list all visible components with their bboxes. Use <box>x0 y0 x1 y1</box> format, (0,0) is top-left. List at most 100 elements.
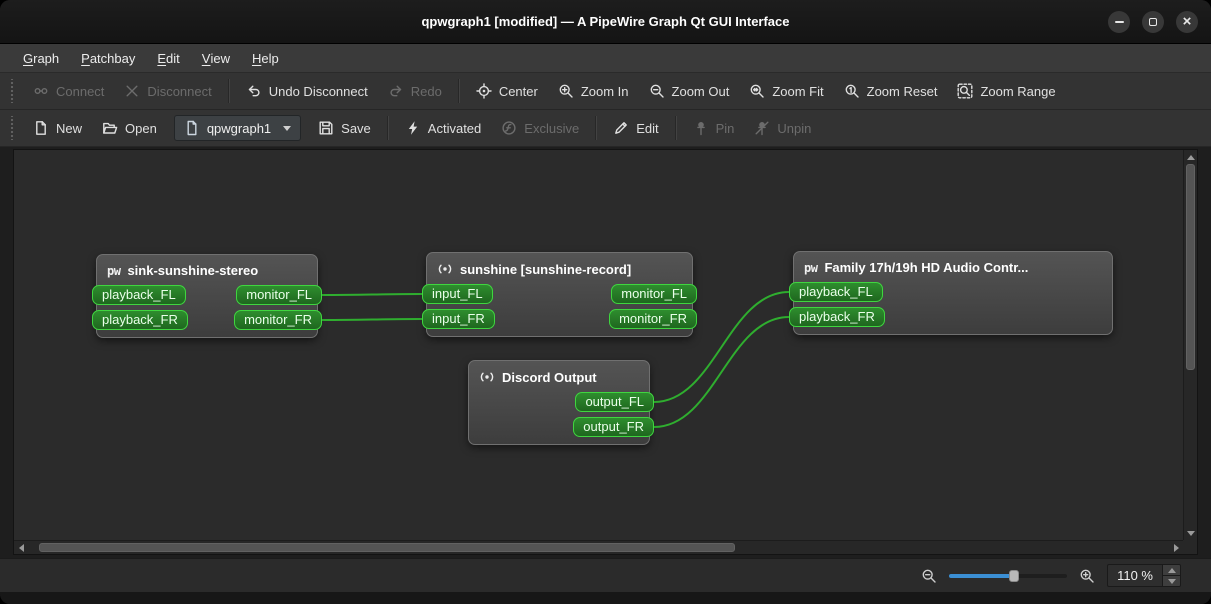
zoom-out-button[interactable]: Zoom Out <box>640 78 739 104</box>
vertical-scroll-track[interactable] <box>1184 164 1197 526</box>
menu-view[interactable]: View <box>191 44 241 72</box>
close-icon: × <box>1182 12 1192 30</box>
new-button[interactable]: New <box>24 115 91 141</box>
menu-graph[interactable]: Graph <box>12 44 70 72</box>
horizontal-scroll-track[interactable] <box>28 541 1169 554</box>
new-icon <box>33 120 49 136</box>
connection-wire[interactable] <box>321 293 423 296</box>
node-family[interactable]: pw Family 17h/19h HD Audio Contr... playba… <box>789 251 1113 335</box>
pin-icon <box>693 120 709 136</box>
node-header: pw Family 17h/19h HD Audio Contr... <box>794 257 1112 282</box>
graph-canvas[interactable]: pw sink-sunshine-stereo playback_FL playbac… <box>14 150 1183 540</box>
port-monitor_FR[interactable]: monitor_FR <box>609 309 697 329</box>
toolbar-separator <box>595 116 598 140</box>
unpin-icon <box>754 120 770 136</box>
center-button[interactable]: Center <box>467 78 547 104</box>
open-button[interactable]: Open <box>93 115 166 141</box>
zoom-reset-button[interactable]: Zoom Reset <box>835 78 947 104</box>
connect-button: Connect <box>24 78 113 104</box>
statusbar: 110 % <box>0 558 1211 592</box>
port-monitor_FR[interactable]: monitor_FR <box>234 310 322 330</box>
scroll-down-button[interactable] <box>1184 526 1197 540</box>
main-area: pw sink-sunshine-stereo playback_FL playbac… <box>0 147 1211 558</box>
open-label: Open <box>125 120 157 136</box>
window-title: qpwgraph1 [modified] — A PipeWire Graph … <box>421 14 790 29</box>
redo-icon <box>388 83 404 99</box>
zoom-out-icon[interactable] <box>921 568 937 584</box>
zoom-fit-icon <box>749 83 765 99</box>
zoom-reset-label: Zoom Reset <box>866 83 938 99</box>
vertical-scrollbar[interactable] <box>1183 150 1197 540</box>
port-input_FR[interactable]: input_FR <box>422 309 495 329</box>
window-controls: × <box>1108 0 1198 43</box>
zoom-in-button[interactable]: Zoom In <box>549 78 638 104</box>
toolbar-grip[interactable] <box>9 116 15 140</box>
zoom-in-label: Zoom In <box>580 83 629 99</box>
zoom-spinbox[interactable]: 110 % <box>1107 564 1181 587</box>
port-playback_FR[interactable]: playback_FR <box>789 307 885 327</box>
node-ports: playback_FL playback_FR <box>789 282 1112 327</box>
zoom-fit-button[interactable]: Zoom Fit <box>740 78 832 104</box>
zoom-slider-fill <box>949 573 1014 578</box>
minimize-button[interactable] <box>1108 10 1130 33</box>
patchbay-profile-combo[interactable]: qpwgraph1 <box>173 115 302 141</box>
toolbar-separator <box>386 116 389 140</box>
zoom-value: 110 % <box>1117 568 1153 583</box>
zoom-slider[interactable] <box>949 568 1068 584</box>
save-icon <box>318 120 334 136</box>
edit-label: Edit <box>636 120 659 136</box>
horizontal-scrollbar[interactable] <box>14 540 1183 554</box>
menu-edit[interactable]: Edit <box>146 44 190 72</box>
app-window: qpwgraph1 [modified] — A PipeWire Graph … <box>0 0 1211 604</box>
toolbar-separator <box>457 79 460 103</box>
zoom-in-icon[interactable] <box>1079 568 1095 584</box>
toolbar-separator <box>227 79 230 103</box>
activated-button[interactable]: Activated <box>396 115 490 141</box>
port-playback_FR[interactable]: playback_FR <box>92 310 188 330</box>
edit-icon <box>613 120 629 136</box>
vertical-scroll-thumb[interactable] <box>1186 164 1195 371</box>
pin-button: Pin <box>684 115 744 141</box>
menubar: Graph Patchbay Edit View Help <box>0 44 1211 73</box>
maximize-button[interactable] <box>1142 10 1164 33</box>
port-playback_FL[interactable]: playback_FL <box>789 282 883 302</box>
port-playback_FL[interactable]: playback_FL <box>92 285 186 305</box>
zoom-in-icon <box>558 83 574 99</box>
undo-disconnect-button[interactable]: Undo Disconnect <box>237 78 377 104</box>
undo-disconnect-label: Undo Disconnect <box>268 83 368 99</box>
node-sink[interactable]: pw sink-sunshine-stereo playback_FL playbac… <box>92 254 322 338</box>
zoom-increment-button[interactable] <box>1163 565 1180 575</box>
zoom-reset-icon <box>844 83 860 99</box>
menu-help[interactable]: Help <box>241 44 290 72</box>
window-bottom-edge <box>0 592 1211 604</box>
scroll-right-button[interactable] <box>1169 541 1183 554</box>
port-output_FL[interactable]: output_FL <box>575 392 654 412</box>
titlebar[interactable]: qpwgraph1 [modified] — A PipeWire Graph … <box>0 0 1211 44</box>
horizontal-scroll-thumb[interactable] <box>39 543 736 552</box>
graph-frame: pw sink-sunshine-stereo playback_FL playbac… <box>13 149 1198 555</box>
port-output_FR[interactable]: output_FR <box>573 417 654 437</box>
zoom-spin-arrows <box>1162 565 1180 586</box>
maximize-icon <box>1149 17 1157 26</box>
node-sunshine[interactable]: sunshine [sunshine-record] input_FL input_… <box>422 252 697 337</box>
scroll-up-button[interactable] <box>1184 150 1197 164</box>
toolbar-grip[interactable] <box>9 79 15 103</box>
disconnect-icon <box>124 83 140 99</box>
menu-patchbay[interactable]: Patchbay <box>70 44 146 72</box>
connect-icon <box>33 83 49 99</box>
save-button[interactable]: Save <box>309 115 380 141</box>
node-discord[interactable]: Discord Output output_FL output_FR <box>468 360 654 445</box>
zoom-slider-handle[interactable] <box>1008 569 1019 582</box>
port-monitor_FL[interactable]: monitor_FL <box>611 284 697 304</box>
connection-wire[interactable] <box>321 318 423 321</box>
scroll-left-button[interactable] <box>14 541 28 554</box>
zoom-decrement-button[interactable] <box>1163 575 1180 586</box>
port-input_FL[interactable]: input_FL <box>422 284 493 304</box>
port-monitor_FL[interactable]: monitor_FL <box>236 285 322 305</box>
arrow-left-icon <box>18 543 24 552</box>
speaker-icon <box>479 369 495 385</box>
edit-button[interactable]: Edit <box>604 115 667 141</box>
zoom-out-icon <box>649 83 665 99</box>
zoom-range-button[interactable]: Zoom Range <box>948 78 1064 104</box>
close-button[interactable]: × <box>1176 10 1198 33</box>
